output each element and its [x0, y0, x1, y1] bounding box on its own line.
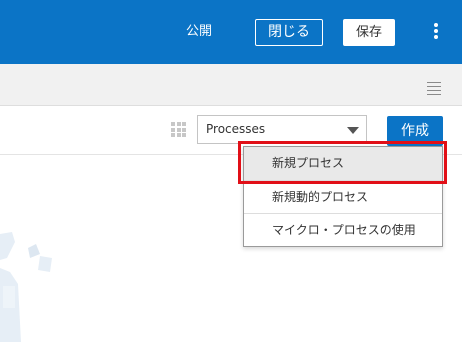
empty-state-illustration [0, 232, 52, 342]
menu-item-use-microprocess[interactable]: マイクロ・プロセスの使用 [244, 213, 442, 246]
app-page: 公開 閉じる 保存 Processes 作成 新規プロセス 新規動的プロセス マ… [0, 0, 462, 342]
process-type-select[interactable]: Processes [197, 115, 367, 144]
secondary-bar [0, 64, 462, 106]
publish-link[interactable]: 公開 [186, 24, 212, 40]
save-button[interactable]: 保存 [343, 19, 395, 46]
grid-icon[interactable] [171, 122, 186, 137]
kebab-vertical-icon[interactable] [433, 23, 439, 43]
highlight-box [238, 141, 447, 184]
chevron-down-icon [347, 127, 359, 134]
hamburger-icon[interactable] [427, 82, 441, 95]
select-value: Processes [206, 122, 266, 136]
close-button[interactable]: 閉じる [255, 19, 323, 46]
top-header: 公開 閉じる 保存 [0, 0, 462, 64]
menu-item-new-dynamic-process[interactable]: 新規動的プロセス [244, 180, 442, 213]
